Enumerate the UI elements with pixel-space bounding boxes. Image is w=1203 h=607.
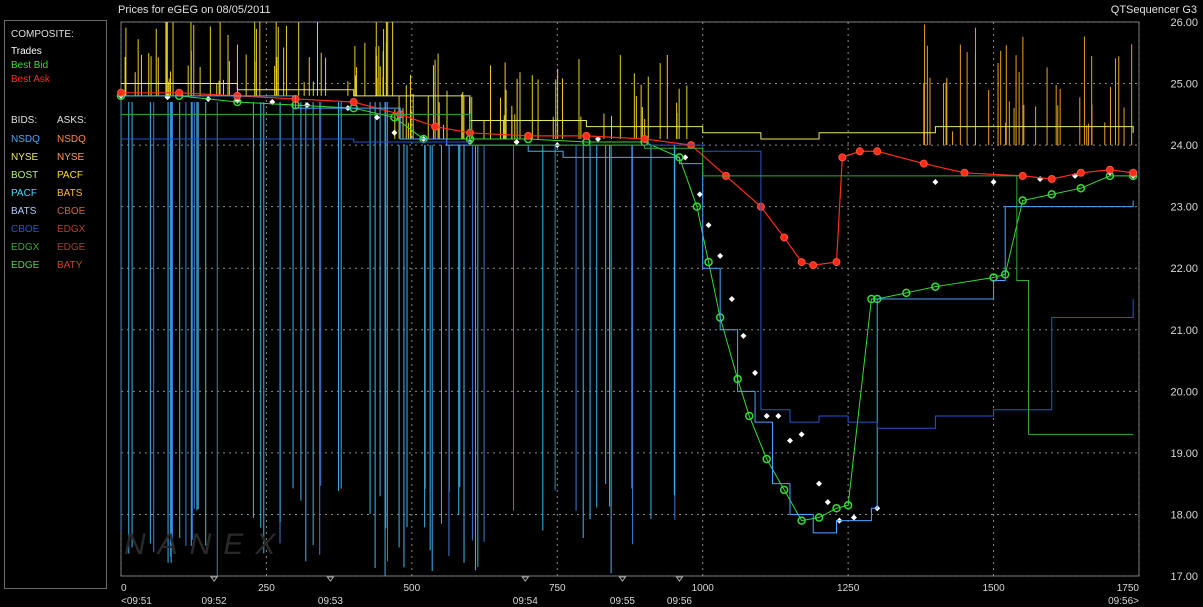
nanex-watermark: NANEX (124, 528, 288, 561)
best-ask-point (1076, 168, 1085, 177)
y-tick-label: 18.00 (1170, 509, 1198, 521)
y-tick-label: 24.00 (1170, 140, 1198, 152)
y-tick-label: 23.00 (1170, 202, 1198, 214)
x-tick-label: 250 (258, 583, 275, 594)
x-tick-label: 0 (121, 583, 127, 594)
x-tick-label: 1750 (1117, 583, 1140, 594)
y-tick-label: 22.00 (1170, 263, 1198, 275)
best-ask-point (349, 98, 358, 107)
best-ask-point (855, 147, 864, 156)
best-ask-point (640, 134, 649, 143)
time-tick-label: 09:55 (610, 596, 635, 607)
best-ask-point (809, 261, 818, 270)
time-tick-label: <09:51 (121, 596, 152, 607)
best-ask-point (797, 258, 806, 267)
best-ask-point (117, 88, 125, 97)
time-tick-label: 09:56> (1108, 596, 1139, 607)
best-ask-point (582, 131, 591, 140)
y-tick-label: 25.00 (1170, 79, 1198, 91)
time-tick-marker (521, 576, 530, 582)
time-tick-marker (618, 576, 627, 582)
best-ask-point (780, 233, 789, 242)
x-tick-label: 750 (549, 583, 566, 594)
y-tick-label: 21.00 (1170, 325, 1198, 337)
time-tick-label: 09:52 (202, 596, 227, 607)
time-tick-label: 09:56 (667, 596, 692, 607)
price-chart: 26.00 25.00 24.00 23.00 22.00 21.00 20.00 19.00… (116, 17, 1198, 607)
best-ask-point (838, 153, 847, 162)
x-tick-label: 1250 (837, 583, 860, 594)
best-ask-point (175, 88, 184, 97)
best-ask-point (832, 258, 841, 267)
time-tick-marker (326, 576, 335, 582)
best-ask-point (524, 131, 533, 140)
x-tick-label: 500 (404, 583, 421, 594)
y-tick-label: 26.00 (1170, 17, 1198, 29)
time-tick-label: 09:53 (318, 596, 343, 607)
best-ask-point (431, 122, 440, 131)
best-ask-point (1105, 165, 1114, 174)
best-ask-point (960, 168, 969, 177)
best-ask-point (873, 147, 882, 156)
best-ask-point (1047, 174, 1056, 183)
time-tick-label: 09:54 (513, 596, 538, 607)
best-ask-point (1129, 168, 1138, 177)
x-tick-label: 1000 (692, 583, 715, 594)
time-tick-marker (675, 576, 684, 582)
time-tick-marker (210, 576, 219, 582)
best-ask-point (1018, 171, 1027, 180)
y-tick-label: 17.00 (1170, 571, 1198, 583)
y-tick-label: 19.00 (1170, 448, 1198, 460)
best-ask-point (919, 159, 928, 168)
y-tick-label: 20.00 (1170, 386, 1198, 398)
x-tick-label: 1500 (982, 583, 1005, 594)
